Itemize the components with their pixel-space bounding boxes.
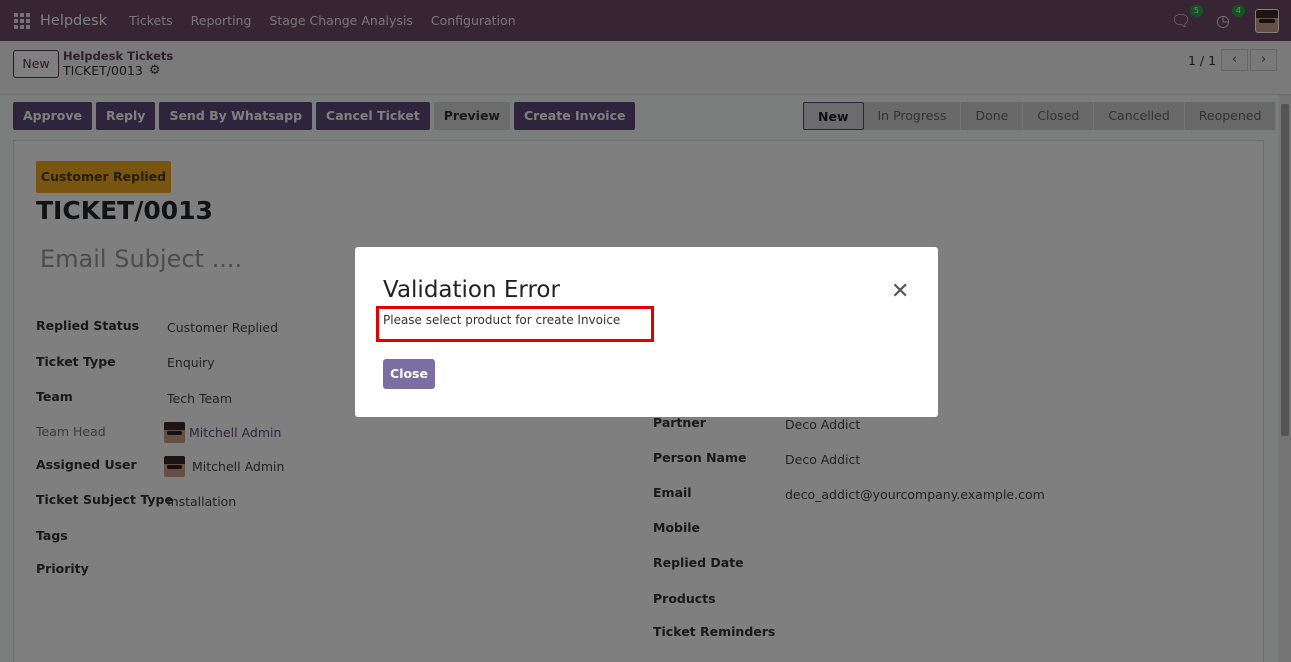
dialog-message: Please select product for create Invoice: [383, 313, 621, 327]
dialog-title: Validation Error: [383, 277, 560, 303]
close-icon[interactable]: ✕: [891, 281, 909, 303]
close-button[interactable]: Close: [383, 359, 435, 389]
validation-error-dialog: Validation Error ✕ Please select product…: [355, 247, 938, 417]
